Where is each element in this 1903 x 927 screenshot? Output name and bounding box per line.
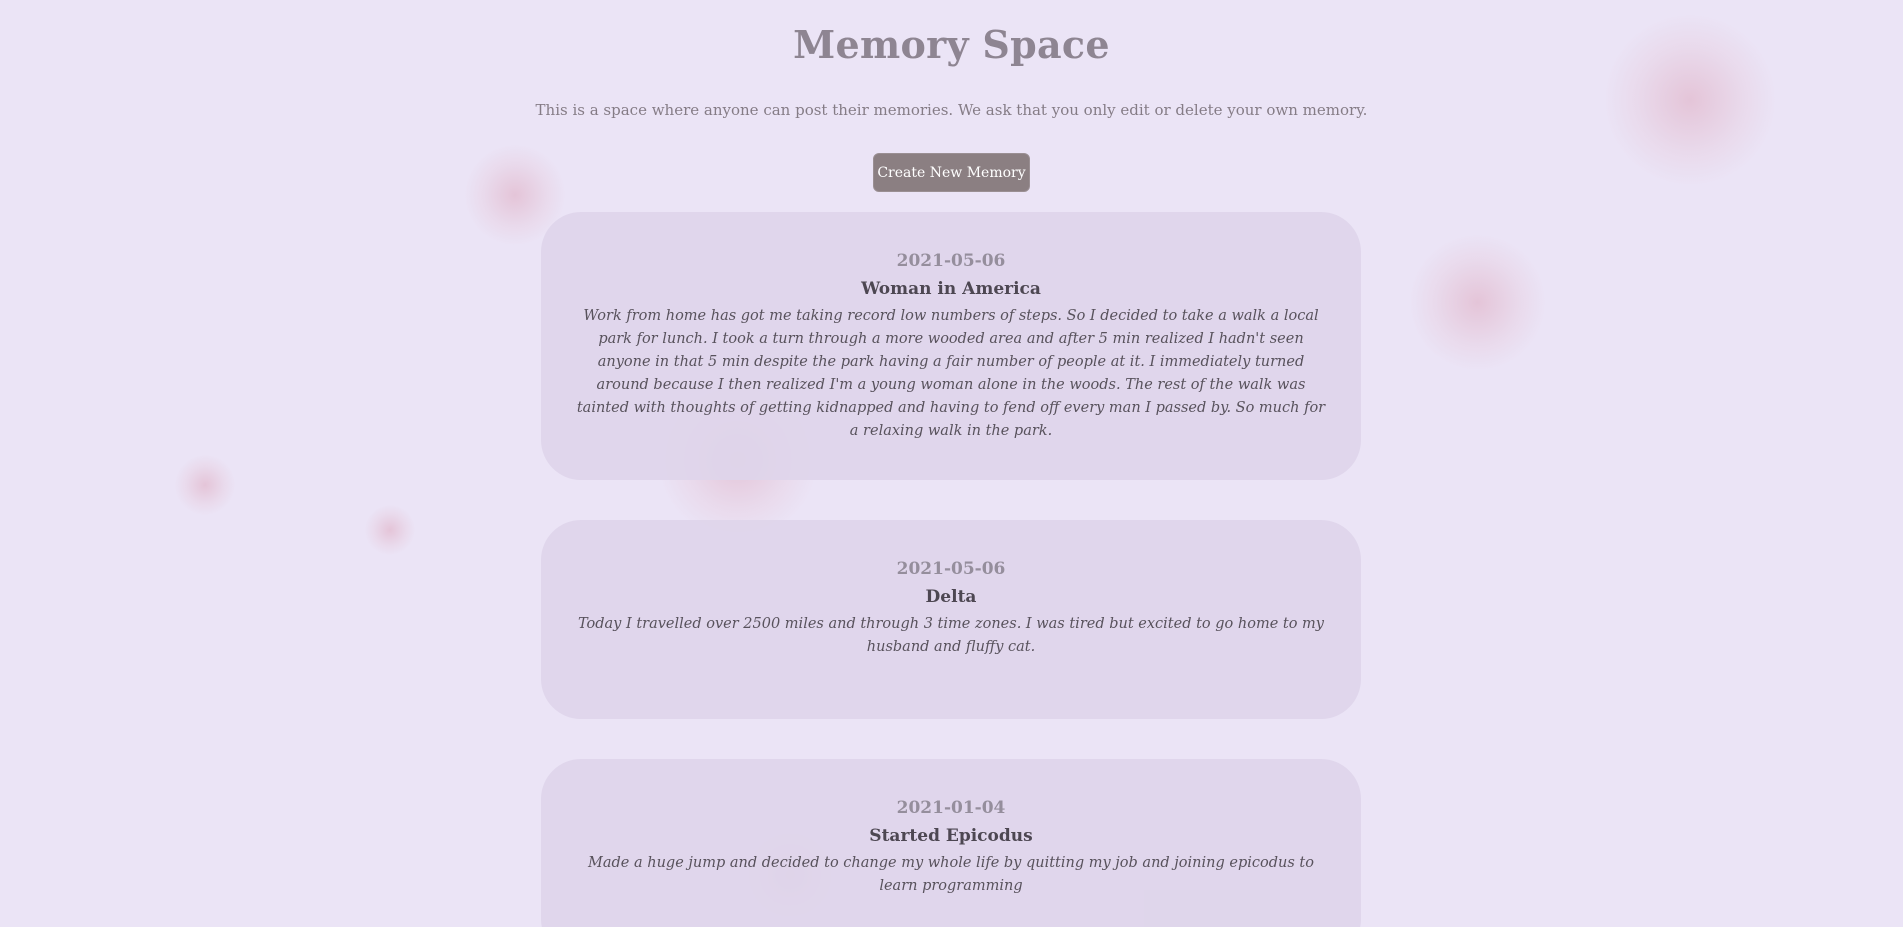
memory-text: Made a huge jump and decided to change m… (588, 855, 1314, 894)
memory-title: Delta (925, 587, 977, 607)
page: Memory Space This is a space where anyon… (0, 0, 1903, 927)
memory-title: Woman in America (861, 279, 1041, 299)
memory-date: 2021-05-06 (896, 559, 1006, 579)
page-title: Memory Space (793, 22, 1110, 67)
memory-text: Today I travelled over 2500 miles and th… (577, 616, 1324, 655)
memory-card: 2021-05-06 Woman in America Work from ho… (541, 212, 1361, 480)
decorative-blob (1410, 235, 1545, 370)
memory-card: 2021-05-06 Delta Today I travelled over … (541, 520, 1361, 719)
decorative-blob (365, 505, 415, 555)
memory-title: Started Epicodus (869, 826, 1033, 846)
page-description: This is a space where anyone can post th… (535, 101, 1368, 119)
memory-card: 2021-01-04 Started Epicodus Made a huge … (541, 759, 1361, 927)
decorative-blob (175, 455, 235, 515)
create-memory-button[interactable]: Create New Memory (873, 153, 1030, 192)
memory-text: Work from home has got me taking record … (576, 308, 1326, 439)
memory-date: 2021-05-06 (896, 251, 1006, 271)
memory-date: 2021-01-04 (896, 798, 1006, 818)
